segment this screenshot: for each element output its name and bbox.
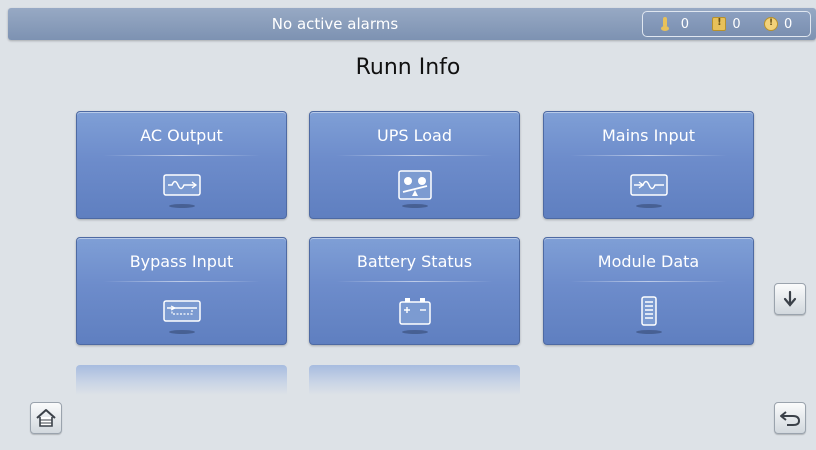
module-icon [641, 296, 657, 326]
tile-divider [570, 281, 727, 282]
mains-input-tile[interactable]: Mains Input [543, 111, 754, 219]
tile-divider [103, 155, 260, 156]
tile-label: Mains Input [601, 126, 696, 145]
tile-divider [570, 155, 727, 156]
icon-shadow [169, 330, 195, 334]
alarm-status-text[interactable]: No active alarms [8, 8, 662, 40]
icon-shadow [636, 204, 662, 208]
icon-shadow [402, 330, 428, 334]
icon-shadow [402, 204, 428, 208]
major-alarm-icon: ! [712, 17, 727, 31]
tile-label: UPS Load [377, 126, 452, 145]
down-arrow-icon [783, 290, 797, 307]
tile-divider [336, 155, 493, 156]
icon-shadow [636, 330, 662, 334]
top-bar: No active alarms 0 ! 0 ! 0 [8, 8, 816, 40]
tile-divider [336, 281, 493, 282]
ups-load-tile[interactable]: UPS Load [309, 111, 520, 219]
next-row-tile-partial [76, 365, 287, 395]
mains-waveform-icon [630, 174, 668, 196]
home-button[interactable] [30, 402, 62, 434]
critical-count-value: 0 [680, 16, 689, 32]
battery-status-tile[interactable]: Battery Status [309, 237, 520, 345]
back-button[interactable] [774, 402, 806, 434]
page-title: Runn Info [355, 55, 461, 80]
module-data-tile[interactable]: Module Data [543, 237, 754, 345]
bypass-input-tile[interactable]: Bypass Input [76, 237, 287, 345]
tile-label: Module Data [597, 252, 700, 271]
tile-label: Bypass Input [129, 252, 234, 271]
bypass-icon [163, 300, 201, 322]
load-icon [398, 170, 432, 200]
back-arrow-icon [780, 411, 801, 426]
tile-label: AC Output [140, 126, 223, 145]
tile-label: Battery Status [356, 252, 473, 271]
tile-divider [103, 281, 260, 282]
alarm-counts-panel[interactable]: 0 ! 0 ! 0 [642, 11, 811, 37]
battery-icon [399, 298, 431, 325]
next-row-tile-partial [309, 365, 520, 395]
major-count-value: 0 [732, 16, 741, 32]
minor-alarm-icon: ! [764, 17, 778, 31]
ac-waveform-icon [163, 174, 201, 196]
minor-alarm-count: ! 0 [764, 17, 792, 32]
home-icon [36, 409, 56, 427]
icon-shadow [169, 204, 195, 208]
minor-count-value: 0 [784, 16, 793, 32]
major-alarm-count: ! 0 [712, 16, 741, 32]
ac-output-tile[interactable]: AC Output [76, 111, 287, 219]
scroll-down-button[interactable] [774, 283, 806, 315]
critical-alarm-count: 0 [660, 16, 689, 32]
critical-alarm-icon [660, 17, 675, 31]
